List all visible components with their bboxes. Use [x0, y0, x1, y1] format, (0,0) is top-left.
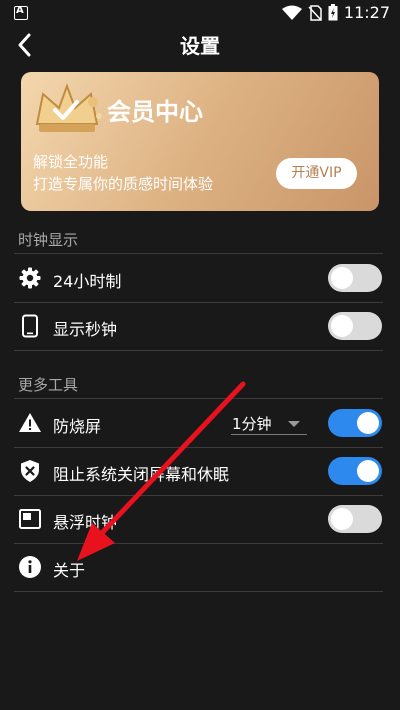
divider [14, 495, 383, 496]
no-sim-icon [308, 4, 322, 21]
label-floating-clock: 悬浮时钟 [53, 513, 118, 532]
label-show-seconds: 显示秒钟 [53, 320, 118, 339]
toggle-prevent-sleep[interactable] [328, 457, 382, 485]
floating-window-icon [19, 509, 41, 529]
vip-line-1: 解锁全功能 [33, 153, 109, 171]
section-label-tools: 更多工具 [18, 376, 79, 394]
divider [14, 253, 383, 254]
toggle-show-seconds[interactable] [328, 312, 382, 340]
phone-icon [22, 314, 38, 338]
label-about[interactable]: 关于 [53, 557, 85, 581]
interval-select-value[interactable]: 1分钟 [232, 413, 272, 434]
toggle-floating-clock[interactable] [328, 505, 382, 533]
toggle-24-hour[interactable] [328, 264, 382, 292]
header: 设置 [0, 28, 400, 62]
info-icon [19, 556, 41, 578]
vip-card[interactable]: 会员中心 解锁全功能 打造专属你的质感时间体验 开通VIP [21, 72, 379, 211]
divider [14, 447, 383, 448]
select-underline [231, 434, 307, 435]
battery-icon [328, 4, 338, 21]
status-time: 11:27 [343, 3, 390, 22]
divider [14, 543, 383, 544]
warning-icon [19, 413, 41, 432]
notification-icon [14, 5, 28, 20]
divider [14, 398, 383, 399]
vip-line-2: 打造专属你的质感时间体验 [33, 175, 214, 193]
page-title: 设置 [180, 34, 220, 58]
gear-icon [19, 267, 41, 289]
dropdown-arrow-icon[interactable] [288, 421, 300, 427]
open-vip-button[interactable]: 开通VIP [276, 158, 357, 189]
vip-title: 会员中心 [107, 98, 203, 126]
vip-crown-icon [35, 83, 102, 132]
label-24-hour: 24小时制 [53, 272, 122, 291]
toggle-burn-in-protection[interactable] [328, 409, 382, 437]
section-label-clock: 时钟显示 [18, 231, 79, 249]
label-prevent-sleep: 阻止系统关闭屏幕和休眠 [53, 465, 230, 484]
status-bar: 11:27 [0, 0, 400, 28]
divider [14, 302, 383, 303]
shield-x-icon [21, 460, 39, 482]
wifi-icon [281, 5, 302, 20]
divider [14, 591, 383, 592]
divider [14, 350, 383, 351]
label-burn-in-protection: 防烧屏 [53, 417, 102, 436]
